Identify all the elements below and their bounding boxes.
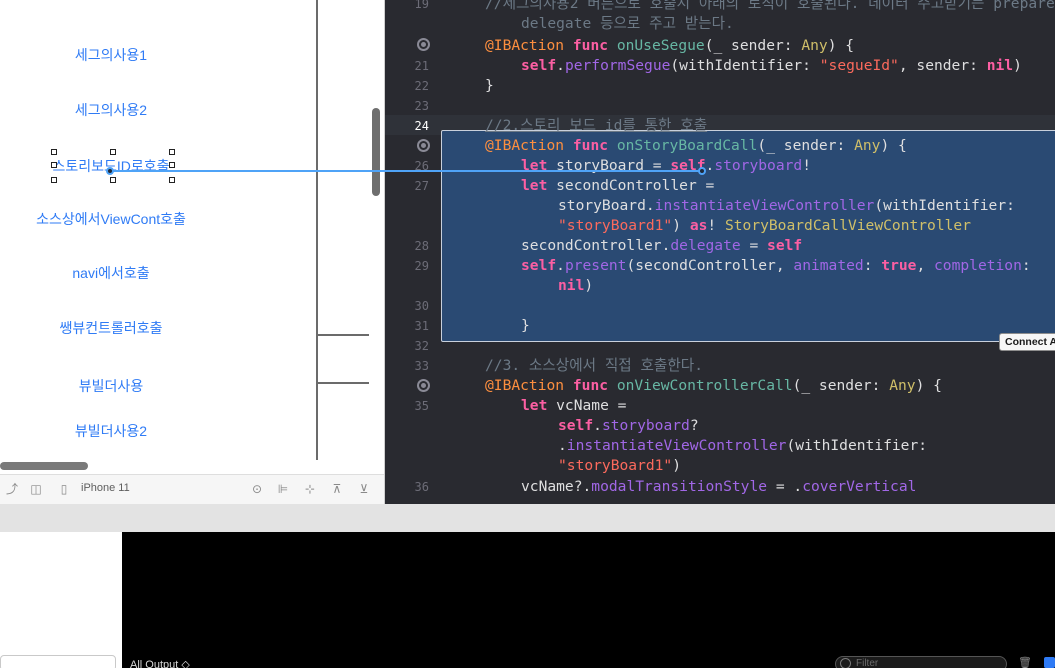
storyboard-button-viewcontroller[interactable]: 소스상에서ViewCont호출 [0, 210, 222, 228]
code-line: vcName?.modalTransitionStyle = .coverVer… [521, 478, 917, 495]
storyboard-button-segue1[interactable]: 세그의사용1 [0, 46, 222, 64]
line-number: 33 [414, 359, 429, 373]
resize-handle[interactable] [110, 177, 116, 183]
filter-icon [840, 658, 851, 668]
line-number: 29 [414, 259, 429, 273]
code-line: let secondController = [521, 177, 715, 194]
line-number: 26 [414, 159, 429, 173]
code-line: .instantiateViewController(withIdentifie… [558, 437, 928, 454]
code-line: "storyBoard1") [558, 457, 682, 474]
code-editor[interactable]: 19 21 22 23 24 26 27 28 29 30 31 32 33 3… [385, 0, 1055, 504]
line-number: 28 [414, 239, 429, 253]
split-view-icon[interactable]: ◫ [28, 481, 44, 497]
scene-edge [318, 382, 369, 384]
variables-filter-field[interactable] [0, 655, 116, 668]
line-number: 35 [414, 399, 429, 413]
code-line: let vcName = [521, 397, 627, 414]
console-output[interactable] [122, 532, 1055, 668]
code-line: secondController.delegate = self [521, 237, 803, 254]
code-comment: delegate 등으로 주고 받는다. [521, 15, 734, 32]
line-number: 31 [414, 319, 429, 333]
code-line: @IBAction func onStoryBoardCall(_ sender… [485, 137, 907, 154]
line-number: 36 [414, 480, 429, 494]
add-constraints-icon[interactable]: ⊹ [302, 481, 318, 497]
storyboard-button-plain-vc[interactable]: 쌩뷰컨트롤러호출 [0, 319, 222, 337]
resize-handle[interactable] [51, 162, 57, 168]
code-line: self.present(secondController, animated:… [521, 257, 1031, 274]
line-number: 27 [414, 179, 429, 193]
storyboard-button-viewbuilder2[interactable]: 뷰빌더사용2 [0, 422, 222, 440]
code-line: } [521, 317, 530, 334]
embed-in-icon[interactable]: ⊻ [356, 481, 372, 497]
outlet-connection-icon[interactable] [417, 38, 430, 51]
code-line: @IBAction func onViewControllerCall(_ se… [485, 377, 942, 394]
line-number: 30 [414, 299, 429, 313]
storyboard-canvas[interactable]: 세그의사용1 세그의사용2 스토리보드ID로호출 소스상에서ViewCont호출… [0, 0, 385, 504]
variables-view[interactable] [0, 532, 122, 668]
storyboard-button-segue2[interactable]: 세그의사용2 [0, 101, 222, 119]
resolve-issues-icon[interactable]: ⊼ [329, 481, 345, 497]
connection-drag-line [110, 170, 702, 172]
resize-handle[interactable] [51, 177, 57, 183]
scene-edge [318, 334, 369, 336]
device-icon[interactable]: ▯ [56, 481, 72, 497]
align-icon[interactable]: ⊫ [275, 481, 291, 497]
code-line: let storyBoard = self.storyboard! [521, 157, 811, 174]
code-line: "storyBoard1") as! StoryBoardCallViewCon… [558, 217, 971, 234]
debug-area-header [0, 504, 1055, 532]
code-line: @IBAction func onUseSegue(_ sender: Any)… [485, 37, 855, 54]
horizontal-scrollbar[interactable] [0, 462, 88, 470]
code-line: nil) [558, 277, 594, 294]
code-line: } [485, 77, 494, 94]
connect-action-tooltip: Connect A [999, 333, 1055, 351]
vertical-scrollbar[interactable] [372, 108, 380, 196]
line-number: 23 [414, 99, 429, 113]
code-line: self.performSegue(withIdentifier: "segue… [521, 57, 1022, 74]
resize-handle[interactable] [51, 149, 57, 155]
console-filter-input[interactable]: Filter [835, 656, 1007, 668]
line-number: 21 [414, 59, 429, 73]
resize-handle[interactable] [169, 162, 175, 168]
code-line: self.storyboard? [558, 417, 699, 434]
rotate-icon[interactable]: ⤴ [4, 481, 20, 497]
resize-handle[interactable] [169, 149, 175, 155]
canvas-device-bar: ⤴ ◫ ▯ iPhone 11 ⊙ ⊫ ⊹ ⊼ ⊻ [0, 474, 385, 504]
code-comment: //2.스토리 보드 id를 통한 호출 [485, 117, 708, 134]
resize-handle[interactable] [110, 149, 116, 155]
code-comment: //세그의사용2 버튼으로 호출시 아래의 로직이 호출된다. 데이터 주고받기… [485, 0, 1055, 12]
line-number: 22 [414, 79, 429, 93]
device-name[interactable]: iPhone 11 [81, 482, 130, 494]
storyboard-button-navi[interactable]: navi에서호출 [0, 264, 222, 282]
connection-end-dot [698, 167, 706, 175]
connection-start-dot [106, 167, 114, 175]
storyboard-button-viewbuilder[interactable]: 뷰빌더사용 [0, 377, 222, 395]
line-number: 32 [414, 339, 429, 353]
line-number: 19 [414, 0, 429, 11]
resize-handle[interactable] [169, 177, 175, 183]
outlet-connection-icon[interactable] [417, 379, 430, 392]
panel-toggle-icon[interactable] [1044, 657, 1055, 668]
zoom-fit-icon[interactable]: ⊙ [249, 481, 265, 497]
output-selector[interactable]: All Output ◇ [130, 658, 190, 668]
line-number: 24 [414, 119, 429, 133]
trash-icon[interactable]: 🗑 [1018, 656, 1032, 668]
selection-box [51, 149, 175, 183]
code-comment: //3. 소스상에서 직접 호출한다. [485, 357, 703, 374]
outlet-connection-icon[interactable] [417, 139, 430, 152]
code-line: storyBoard.instantiateViewController(wit… [558, 197, 1015, 214]
